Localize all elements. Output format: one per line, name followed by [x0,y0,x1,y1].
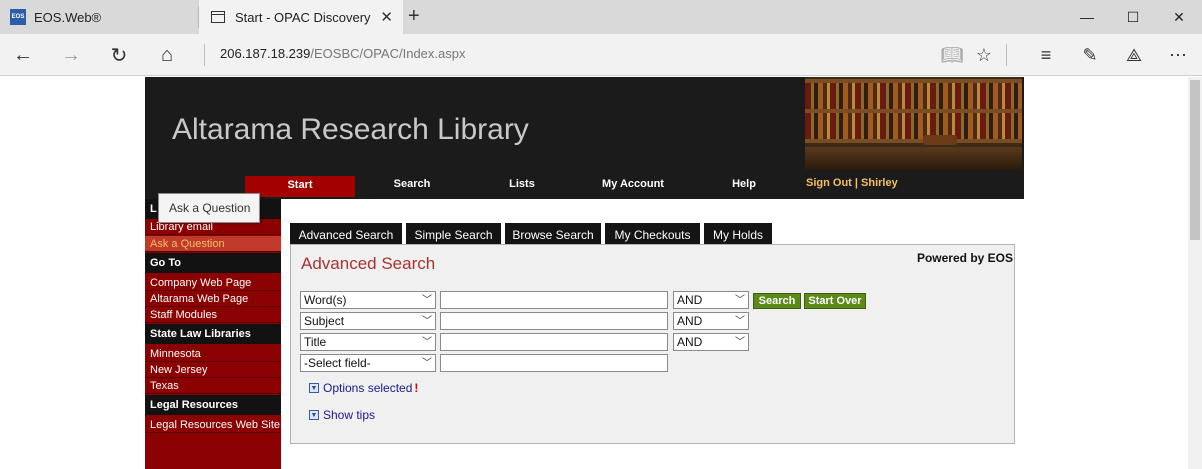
bool-select-2[interactable]: AND ﹀ [673,312,749,330]
field-select-2[interactable]: Subject ﹀ [300,312,436,330]
chevron-down-icon: ﹀ [422,358,432,369]
chevron-down-icon: ﹀ [735,295,745,306]
library-banner: Altarama Research Library [145,77,1024,170]
home-icon[interactable]: ⌂ [144,34,190,76]
field-select-value: Title [304,335,327,349]
share-icon[interactable]: ⟁ [1114,34,1154,76]
bool-select-value: AND [677,314,703,328]
nav-help[interactable]: Help [689,176,799,196]
browser-tab-bar: EOS EOS.Web® Start - OPAC Discovery ✕ + … [0,0,1202,34]
bool-select-1[interactable]: AND ﹀ [673,291,749,309]
library-title: Altarama Research Library [172,113,529,146]
field-select-1[interactable]: Word(s) ﹀ [300,291,436,309]
tab-browse-search[interactable]: Browse Search [505,223,601,244]
field-select-3[interactable]: Title ﹀ [300,333,436,351]
sidebar-heading-state-law: State Law Libraries [145,324,281,344]
web-note-icon[interactable]: ✎ [1070,34,1110,76]
sidebar-link-legal-web[interactable]: Legal Resources Web Site [145,417,281,433]
search-term-input-2[interactable] [440,312,668,330]
chevron-down-icon: ﹀ [422,337,432,348]
nav-start[interactable]: Start [245,176,355,197]
chevron-down-icon: ﹀ [735,337,745,348]
panel-title: Advanced Search [301,254,436,273]
browser-tab-label: EOS.Web® [34,9,102,25]
tab-my-holds[interactable]: My Holds [704,223,772,244]
sidebar-link-company[interactable]: Company Web Page [145,275,281,291]
url-host: 206.187.18.239 [220,46,311,61]
start-over-button[interactable]: Start Over [804,293,866,309]
field-select-value: -Select field- [304,356,371,370]
forward-icon[interactable]: → [48,34,94,76]
nav-lists[interactable]: Lists [467,176,577,196]
minimize-icon[interactable]: — [1064,0,1110,34]
options-flag: ! [414,381,419,395]
main-nav: Start Search Lists My Account Help Sign … [145,170,1024,199]
maximize-icon[interactable]: ☐ [1110,0,1156,34]
tooltip: Ask a Question [158,193,260,223]
chevron-down-icon: ﹀ [735,316,745,327]
url-field[interactable]: 206.187.18.239/EOSBC/OPAC/Index.aspx [220,46,465,61]
powered-by: Powered by EOS [916,251,1013,265]
options-selected-toggle[interactable]: ▼ Options selected ! [309,381,418,395]
field-select-value: Word(s) [304,293,347,307]
sidebar-heading-legal: Legal Resources [145,395,281,415]
expand-icon: ▼ [309,383,319,393]
bool-select-value: AND [677,293,703,307]
sidebar-link-altarama[interactable]: Altarama Web Page [145,291,281,307]
chevron-down-icon: ﹀ [422,295,432,306]
nav-search[interactable]: Search [357,176,467,196]
tab-my-checkouts[interactable]: My Checkouts [605,223,700,244]
url-path: /EOSBC/OPAC/Index.aspx [310,46,466,61]
sidebar-link-texas[interactable]: Texas [145,378,281,394]
browser-tab-eos[interactable]: EOS EOS.Web® [0,0,198,34]
bookshelf-gavel-image [805,77,1022,170]
field-select-value: Subject [304,314,345,328]
bool-select-3[interactable]: AND ﹀ [673,333,749,351]
tab-simple-search[interactable]: Simple Search [406,223,501,244]
chevron-down-icon: ﹀ [422,316,432,327]
new-tab-icon[interactable]: + [408,5,420,28]
show-tips-toggle[interactable]: ▼ Show tips [309,408,375,422]
sidebar-link-ask-question[interactable]: Ask a Question [145,236,281,252]
sidebar-heading-goto: Go To [145,253,281,273]
sidebar-link-new-jersey[interactable]: New Jersey [145,362,281,378]
sign-out-link[interactable]: Sign Out | Shirley [806,177,898,189]
tips-label: Show tips [323,408,376,422]
close-window-icon[interactable]: ✕ [1156,0,1202,34]
advanced-search-panel: Advanced Search Powered by EOS Word(s) ﹀ … [290,244,1015,444]
search-term-input-3[interactable] [440,333,668,351]
scrollbar-thumb[interactable] [1190,80,1200,240]
sidebar-link-minnesota[interactable]: Minnesota [145,346,281,362]
page-icon [211,11,225,23]
browser-tab-label: Start - OPAC Discovery [235,9,371,25]
hub-icon[interactable]: ≡ [1026,34,1066,76]
nav-my-account[interactable]: My Account [578,176,688,196]
favorite-star-icon[interactable]: ☆ [964,34,1004,76]
back-icon[interactable]: ← [0,34,46,76]
search-term-input-1[interactable] [440,291,668,309]
address-bar: ← → ↻ ⌂ 206.187.18.239/EOSBC/OPAC/Index.… [0,34,1202,76]
bool-select-value: AND [677,335,703,349]
sidebar-link-staff[interactable]: Staff Modules [145,307,281,323]
refresh-icon[interactable]: ↻ [96,34,142,76]
gavel-icon [923,135,957,145]
address-divider [204,44,205,66]
tab-advanced-search[interactable]: Advanced Search [290,223,402,244]
sidebar: L Library email Ask a Question Go To Com… [145,199,281,469]
options-label: Options selected [323,381,413,395]
search-term-input-4[interactable] [440,354,668,372]
toolbar-divider [1006,44,1007,66]
search-button[interactable]: Search [753,293,801,309]
close-tab-icon[interactable]: ✕ [380,8,393,26]
eos-favicon-icon: EOS [10,9,26,25]
field-select-4[interactable]: -Select field- ﹀ [300,354,436,372]
expand-icon: ▼ [309,410,319,420]
more-icon[interactable]: ⋯ [1158,34,1198,76]
browser-tab-opac[interactable]: Start - OPAC Discovery ✕ [199,0,403,34]
